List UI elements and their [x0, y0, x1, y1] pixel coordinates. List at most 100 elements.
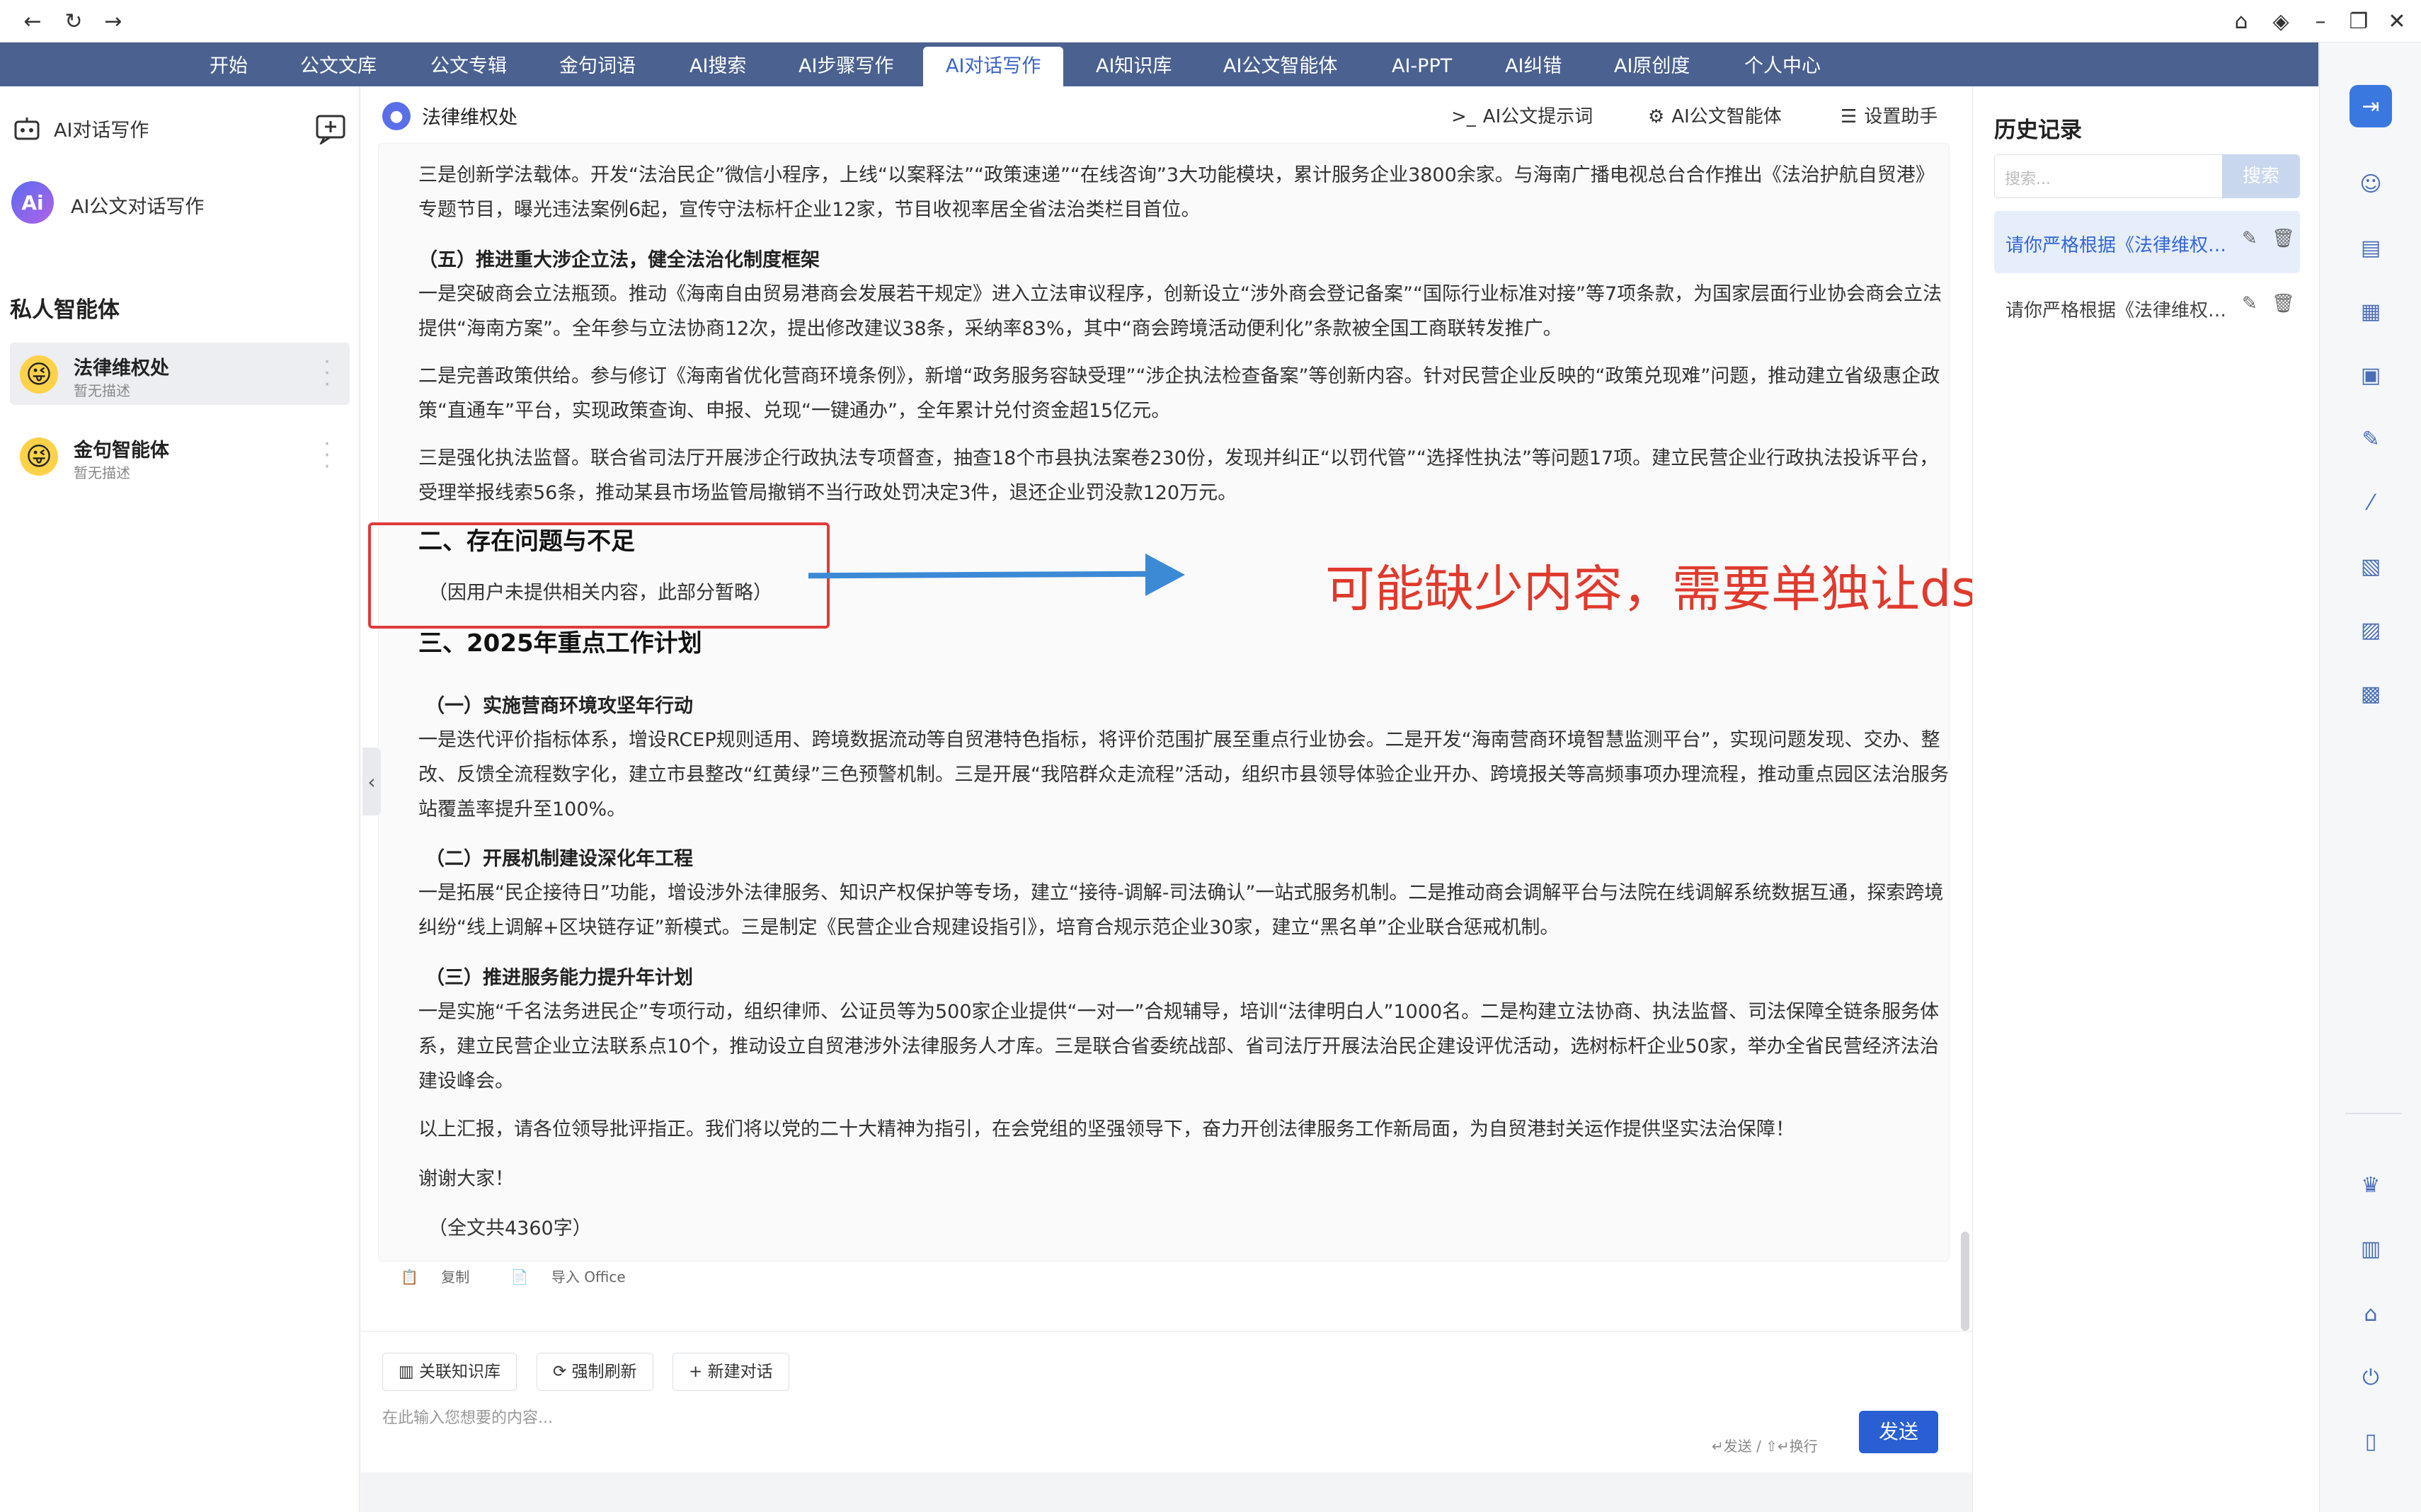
doc-subheading: （五）推进重大涉企立法，健全法治化制度框架 — [418, 249, 820, 271]
doc-paragraph: （全文共4360字） — [428, 1218, 592, 1239]
home-icon[interactable]: ⌂ — [2354, 1297, 2388, 1331]
private-agents-heading: 私人智能体 — [10, 297, 120, 323]
nav-item-library[interactable]: 公文文库 — [277, 47, 399, 86]
history-item[interactable]: 请你严格根据《法律维权处》… ✎ 🗑 — [1994, 276, 2300, 338]
chevron-left-icon[interactable]: ‹ — [362, 748, 381, 815]
force-refresh-button[interactable]: ⟳ 强制刷新 — [537, 1353, 653, 1391]
ppt-icon[interactable]: ▨ — [2354, 613, 2388, 647]
export-label: 导入 Office — [551, 1268, 626, 1285]
ai-agent-button[interactable]: ⚙ AI公文智能体 — [1648, 102, 1782, 128]
agent-logo-icon: ● — [382, 102, 411, 130]
agent-item[interactable]: 😜 金句智能体 暂无描述 · · · — [10, 425, 350, 487]
scrollbar[interactable] — [1961, 1232, 1969, 1331]
chat-main: ● 法律维权处 >_ AI公文提示词 ⚙ AI公文智能体 ☰ 设置助手 三是创新学法载… — [361, 86, 1972, 1472]
crown-icon[interactable]: ♛ — [2354, 1168, 2388, 1202]
copy-button[interactable]: 📋 复制 — [401, 1268, 488, 1285]
collapse-panel-icon[interactable]: ⇥ — [2350, 85, 2392, 127]
sidebar-title: AI对话写作 — [54, 120, 149, 142]
nav-item-ai-knowledge[interactable]: AI知识库 — [1073, 47, 1194, 86]
history-item-title: 请你严格根据《法律维权处》… — [2005, 235, 2232, 256]
chat-title: 法律维权处 — [422, 107, 517, 129]
send-button[interactable]: 发送 — [1859, 1411, 1938, 1453]
arrow-left-icon[interactable]: ← — [18, 7, 47, 35]
shield-icon[interactable]: ◈ — [2267, 7, 2295, 35]
link-knowledge-button[interactable]: ▥ 关联知识库 — [382, 1353, 517, 1391]
chat-input[interactable]: 在此输入您想要的内容... — [382, 1405, 553, 1428]
history-search-input[interactable]: 搜索... — [1994, 154, 2228, 198]
doc-paragraph: 一是迭代评价指标体系，增设RCEP规则适用、跨境数据流动等自贸港特色指标，将评价… — [418, 729, 1949, 820]
refresh-icon: ⟳ — [553, 1363, 572, 1381]
library-icon: ▥ — [399, 1363, 420, 1381]
arrow-right-icon[interactable]: → — [99, 7, 127, 35]
ai-prompt-button[interactable]: >_ AI公文提示词 — [1451, 102, 1593, 128]
library-icon[interactable]: ▣ — [2354, 358, 2388, 392]
reload-icon[interactable]: ↻ — [59, 7, 88, 35]
home-icon[interactable]: ⌂ — [2227, 7, 2255, 35]
minimize-icon[interactable]: – — [2306, 7, 2335, 35]
close-icon[interactable]: ✕ — [2383, 7, 2411, 35]
nav-item-ai-ppt[interactable]: AI-PPT — [1369, 47, 1475, 86]
nav-item-ai-chat-writing[interactable]: AI对话写作 — [923, 47, 1064, 86]
agent-avatar-icon: 😜 — [20, 355, 58, 394]
new-chat-icon[interactable] — [314, 113, 347, 144]
settings-assistant-label: 设置助手 — [1864, 106, 1938, 127]
phone-icon[interactable]: ▯ — [2354, 1424, 2388, 1458]
ai-agent-label: AI公文智能体 — [1671, 106, 1782, 127]
send-hint: ↵发送 / ⇧↵换行 — [1712, 1438, 1818, 1455]
link-knowledge-label: 关联知识库 — [419, 1363, 501, 1381]
avatar-icon[interactable]: ☺ — [2354, 167, 2388, 201]
left-sidebar: AI对话写作 Ai AI公文对话写作 私人智能体 😜 法律维权处 暂无描述 · ·… — [0, 86, 360, 1512]
briefcase-icon[interactable]: ▤ — [2354, 231, 2388, 265]
force-refresh-label: 强制刷新 — [571, 1363, 637, 1381]
new-chat-label: 新建对话 — [707, 1363, 773, 1381]
nav-item-ai-correct[interactable]: AI纠错 — [1482, 47, 1584, 86]
history-search-button[interactable]: 搜索 — [2222, 154, 2300, 198]
more-options-icon[interactable]: · · · — [320, 352, 334, 396]
chart-icon[interactable]: ▧ — [2354, 549, 2388, 583]
edit-icon[interactable]: ✎ — [2242, 293, 2257, 314]
nav-item-ai-step-writing[interactable]: AI步骤写作 — [776, 47, 916, 86]
edit-icon[interactable]: ✎ — [2242, 228, 2257, 249]
nav-item-ai-agent[interactable]: AI公文智能体 — [1201, 47, 1360, 86]
trash-icon[interactable]: 🗑 — [2272, 293, 2295, 314]
copy-label: 复制 — [441, 1268, 470, 1285]
export-office-button[interactable]: 📄 导入 Office — [511, 1268, 644, 1285]
nav-item-start[interactable]: 开始 — [187, 47, 270, 86]
write-icon[interactable]: ✎ — [2354, 422, 2388, 456]
doc-paragraph: 二是完善政策供给。参与修订《海南省优化营商环境条例》，新增“政务服务容缺受理”“… — [418, 365, 1940, 422]
chat-header: ● 法律维权处 >_ AI公文提示词 ⚙ AI公文智能体 ☰ 设置助手 — [361, 86, 1972, 143]
nav-item-personal-center[interactable]: 个人中心 — [1722, 47, 1843, 86]
ai-icon[interactable]: ⁄ — [2354, 486, 2388, 520]
more-options-icon[interactable]: · · · — [320, 434, 334, 478]
document-icon[interactable]: ▦ — [2354, 294, 2388, 328]
chat-input-area: ▥ 关联知识库 ⟳ 强制刷新 + 新建对话 在此输入您想要的内容... ↵发送 … — [361, 1331, 1972, 1472]
doc-paragraph: 一是突破商会立法瓶颈。推动《海南自由贸易港商会发展若干规定》进入立法审议程序，创… — [418, 283, 1942, 340]
history-item[interactable]: 请你严格根据《法律维权处》… ✎ 🗑 — [1994, 211, 2300, 273]
nav-item-phrases[interactable]: 金句词语 — [537, 47, 658, 86]
settings-assistant-button[interactable]: ☰ 设置助手 — [1841, 102, 1938, 128]
menu-icon: ☰ — [1841, 106, 1858, 127]
new-chat-button[interactable]: + 新建对话 — [672, 1353, 789, 1391]
agent-desc: 暂无描述 — [74, 382, 130, 399]
nav-item-album[interactable]: 公文专辑 — [408, 47, 530, 86]
ai-prompt-label: AI公文提示词 — [1482, 106, 1593, 127]
ai-entry-label: AI公文对话写作 — [71, 196, 205, 218]
robot-icon — [14, 118, 40, 140]
divider — [2345, 1113, 2402, 1114]
main-nav: 开始 公文文库 公文专辑 金句词语 AI搜索 AI步骤写作 AI对话写作 AI知… — [0, 42, 2318, 86]
document-icon: 📄 — [510, 1268, 533, 1285]
right-toolbar: ⇥ ☺ ▤ ▦ ▣ ✎ ⁄ ▧ ▨ ▩ ♛ ▥ ⌂ ⏻ ▯ — [2319, 42, 2421, 1512]
original-icon[interactable]: ▩ — [2354, 677, 2388, 711]
power-icon[interactable]: ⏻ — [2354, 1361, 2388, 1394]
trash-icon[interactable]: 🗑 — [2272, 228, 2295, 249]
doc-subheading: （三）推进服务能力提升年计划 — [425, 967, 693, 989]
agent-item[interactable]: 😜 法律维权处 暂无描述 · · · — [10, 343, 350, 405]
ai-logo-icon: Ai — [11, 181, 54, 224]
robot-icon: ⚙ — [1648, 106, 1665, 127]
doc-subheading: （一）实施营商环境攻坚年行动 — [425, 695, 693, 717]
stats-icon[interactable]: ▥ — [2354, 1232, 2388, 1266]
nav-item-ai-search[interactable]: AI搜索 — [667, 47, 769, 86]
ai-chat-writing-entry[interactable]: Ai AI公文对话写作 — [0, 177, 360, 231]
nav-item-ai-originality[interactable]: AI原创度 — [1591, 47, 1712, 86]
restore-icon[interactable]: ❐ — [2345, 7, 2373, 35]
